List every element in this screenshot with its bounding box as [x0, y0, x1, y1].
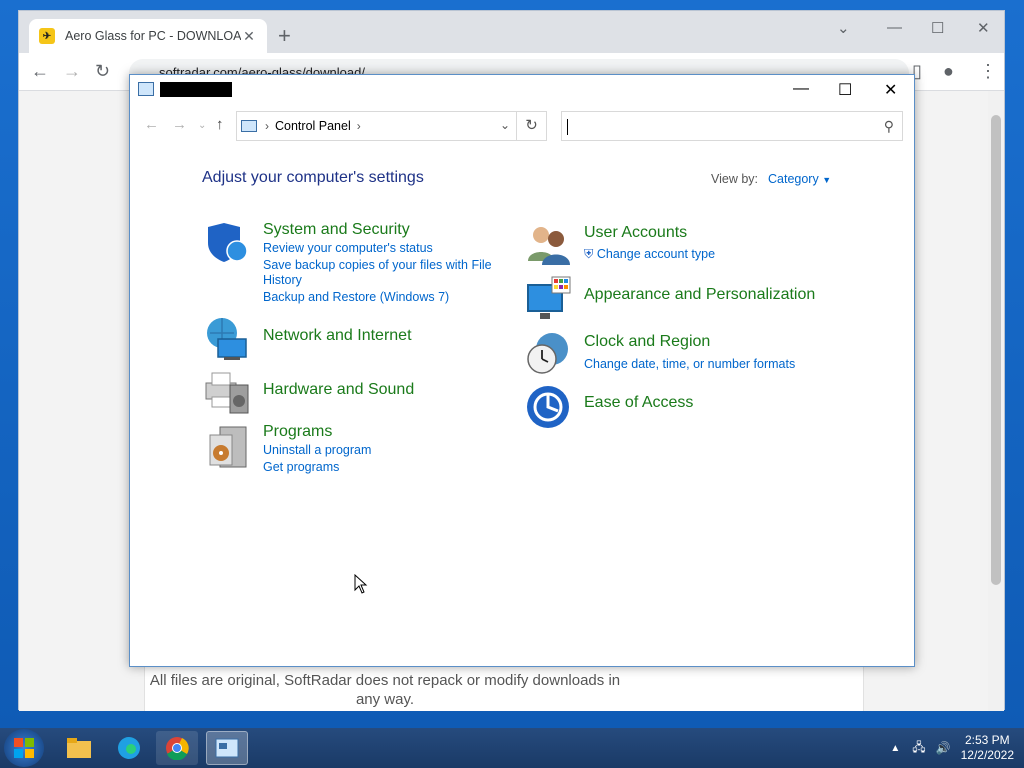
browser-tab[interactable]: ✈ Aero Glass for PC - DOWNLOAD ✕	[29, 19, 267, 53]
view-by-value: Category	[768, 172, 819, 186]
browser-minimize-button[interactable]: —	[887, 19, 902, 36]
recent-locations-icon[interactable]: ⌄	[198, 120, 206, 131]
tab-close-icon[interactable]: ✕	[241, 28, 257, 45]
view-by-label: View by:	[711, 172, 759, 186]
clock[interactable]: 2:53 PM 12/2/2022	[961, 733, 1014, 763]
refresh-icon[interactable]: ↻	[516, 112, 546, 140]
back-icon[interactable]: ←	[144, 116, 159, 133]
page-title: Adjust your computer's settings	[202, 169, 424, 186]
show-hidden-icons-icon[interactable]: ▲	[890, 743, 900, 754]
tab-search-icon[interactable]: ⌄	[837, 19, 850, 37]
new-tab-button[interactable]: +	[278, 25, 291, 47]
start-button[interactable]	[4, 729, 44, 767]
clock-time: 2:53 PM	[964, 733, 1010, 747]
category-title[interactable]: System and Security	[263, 221, 410, 239]
forward-icon[interactable]: →	[172, 116, 187, 133]
category-title[interactable]: Programs	[263, 423, 332, 441]
breadcrumb-separator-icon[interactable]: ›	[265, 119, 269, 133]
breadcrumb-control-panel[interactable]: Control Panel	[275, 119, 351, 133]
up-icon[interactable]: ↑	[216, 116, 224, 133]
scrollbar-thumb[interactable]	[991, 115, 1001, 585]
link-uninstall-program[interactable]: Uninstall a program	[263, 443, 371, 458]
category-title[interactable]: Clock and Region	[584, 333, 710, 351]
control-panel-icon	[138, 82, 154, 96]
menu-icon[interactable]: ⋮	[979, 61, 997, 82]
browser-maximize-button[interactable]: ☐	[931, 19, 944, 37]
minimize-button[interactable]: —	[793, 80, 809, 98]
close-button[interactable]: ✕	[884, 80, 897, 100]
maximize-button[interactable]: ☐	[838, 80, 852, 100]
programs-icon	[209, 426, 247, 468]
browser-tab-title: Aero Glass for PC - DOWNLOAD	[65, 29, 241, 43]
control-panel-navbar: ← → ⌄ ↑ › Control Panel › ⌄ ↻ ⚲	[130, 111, 914, 141]
volume-icon[interactable]: 🔊	[936, 741, 951, 755]
clock-date: 12/2/2022	[960, 748, 1014, 762]
back-icon[interactable]: ←	[31, 61, 49, 82]
reload-icon[interactable]: ↻	[95, 61, 110, 82]
forward-icon[interactable]: →	[63, 61, 81, 82]
chrome-icon[interactable]	[156, 731, 198, 765]
search-icon[interactable]: ⚲	[884, 118, 894, 135]
link-change-account-type[interactable]: ⛨ Change account type	[584, 247, 715, 262]
link-change-formats[interactable]: Change date, time, or number formats	[584, 357, 795, 372]
link-get-programs[interactable]: Get programs	[263, 460, 339, 475]
users-icon	[528, 227, 570, 265]
windows-logo-icon	[14, 738, 34, 758]
category-title[interactable]: User Accounts	[584, 224, 687, 242]
link-label: Change account type	[596, 247, 716, 261]
control-panel-titlebar: — ☐ ✕	[130, 75, 914, 105]
control-panel-taskbar-icon[interactable]	[206, 731, 248, 765]
link-file-history[interactable]: Save backup copies of your files with Fi…	[263, 258, 492, 273]
breadcrumb-separator-icon[interactable]: ›	[357, 119, 361, 133]
category-title[interactable]: Appearance and Personalization	[584, 286, 815, 304]
category-title[interactable]: Network and Internet	[263, 327, 412, 345]
page-scrollbar[interactable]	[988, 91, 1004, 711]
link-file-history-cont[interactable]: History	[263, 273, 302, 288]
link-review-status[interactable]: Review your computer's status	[263, 241, 433, 256]
file-explorer-icon[interactable]	[58, 731, 100, 765]
uac-shield-icon: ⛨	[584, 247, 594, 261]
text-caret	[567, 119, 568, 135]
redacted-title	[160, 82, 232, 97]
address-bar[interactable]: › Control Panel › ⌄ ↻	[236, 111, 547, 141]
browser-close-button[interactable]: ✕	[977, 19, 990, 37]
search-input[interactable]: ⚲	[561, 111, 903, 141]
printer-icon	[205, 372, 249, 414]
ease-of-access-icon	[527, 386, 569, 428]
clock-icon	[527, 333, 568, 374]
chevron-down-icon[interactable]: ⌄	[500, 118, 510, 132]
control-panel-window: — ☐ ✕ ← → ⌄ ↑ › Control Panel › ⌄ ↻ ⚲ Ad…	[129, 74, 915, 667]
view-by-dropdown[interactable]: Category ▼	[768, 172, 831, 186]
category-title[interactable]: Hardware and Sound	[263, 381, 414, 399]
network-icon	[207, 318, 247, 360]
profile-icon[interactable]: ●	[943, 61, 954, 82]
taskbar: ▲ 🖧 🔊 2:53 PM 12/2/2022	[0, 728, 1024, 768]
mouse-cursor-icon	[354, 574, 368, 594]
link-backup-restore[interactable]: Backup and Restore (Windows 7)	[263, 290, 449, 305]
dropdown-arrow-icon: ▼	[822, 175, 832, 185]
system-tray: ▲ 🖧 🔊 2:53 PM 12/2/2022	[890, 728, 1014, 768]
browser-tabbar: ✈ Aero Glass for PC - DOWNLOAD ✕ + ⌄ — ☐…	[19, 11, 1004, 53]
download-notice: All files are original, SoftRadar does n…	[149, 672, 621, 708]
shield-icon	[208, 223, 248, 262]
control-panel-icon	[241, 120, 257, 132]
category-title[interactable]: Ease of Access	[584, 394, 693, 412]
edge-icon[interactable]	[108, 731, 150, 765]
network-status-icon[interactable]: 🖧	[912, 738, 925, 759]
softradar-favicon-icon: ✈	[39, 28, 55, 44]
monitor-icon	[527, 276, 571, 319]
